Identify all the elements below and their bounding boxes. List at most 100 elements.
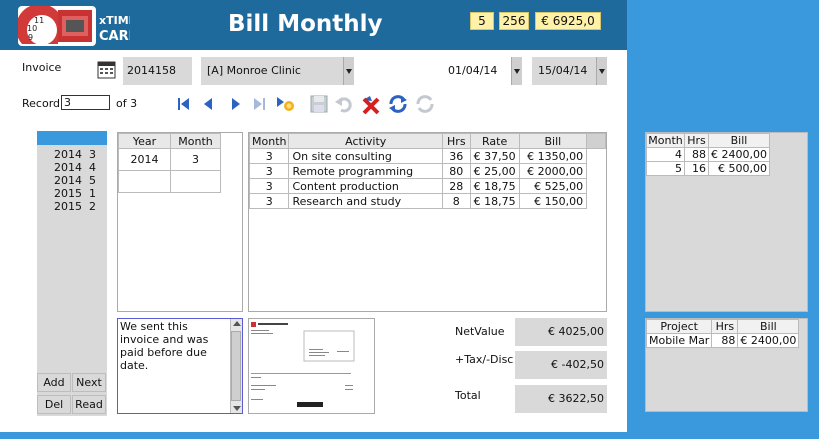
column-header[interactable]: Bill (708, 133, 770, 148)
table-cell[interactable]: 36 (442, 148, 471, 164)
list-item[interactable]: 2015 2 (37, 200, 107, 213)
table-cell[interactable]: 88 (684, 147, 709, 162)
total-field: € 3622,50 (515, 385, 607, 413)
table-row[interactable]: 4 88 € 2400,00 (646, 147, 770, 162)
table-cell[interactable]: 3 (248, 163, 290, 179)
year-cell[interactable]: 2014 (118, 148, 171, 171)
table-cell[interactable]: 4 (646, 147, 685, 162)
table-cell[interactable]: € 37,50 (469, 148, 520, 164)
undo-icon[interactable] (333, 93, 355, 115)
note-text[interactable]: We sent this invoice and was paid before… (120, 320, 228, 372)
record-of-text: of 3 (116, 97, 138, 110)
record-input[interactable]: 3 (61, 95, 110, 110)
table-cell[interactable]: 80 (442, 163, 471, 179)
table-cell[interactable]: € 1350,00 (518, 148, 588, 164)
table-cell[interactable]: € 2000,00 (518, 163, 588, 179)
read-button[interactable]: Read (72, 395, 106, 414)
table-cell[interactable]: Content production (288, 178, 443, 194)
amount-box: € 6925,0 (535, 12, 601, 30)
column-header[interactable]: Activity (288, 133, 443, 149)
table-cell[interactable]: € 2400,00 (737, 333, 800, 348)
table-row[interactable]: 3 Content production 28 € 18,75 € 525,00 (248, 178, 606, 194)
table-cell[interactable]: € 25,00 (469, 163, 520, 179)
record-label: Record (22, 97, 61, 110)
new-record-icon[interactable] (274, 93, 296, 115)
next-button[interactable]: Next (72, 373, 106, 392)
table-row[interactable] (118, 170, 221, 193)
scroll-down-icon[interactable] (233, 406, 241, 411)
date-from-select[interactable]: 01/04/14 (447, 57, 522, 85)
table-cell[interactable]: 88 (711, 333, 739, 348)
date-to-select[interactable]: 15/04/14 (532, 57, 607, 85)
list-item[interactable]: 2014 3 (37, 148, 107, 161)
column-header[interactable]: Bill (518, 133, 588, 149)
column-header[interactable]: Year (118, 133, 171, 149)
chevron-down-icon (343, 57, 354, 85)
column-header[interactable]: Rate (469, 133, 520, 149)
table-row[interactable]: 3 On site consulting 36 € 37,50 € 1350,0… (248, 148, 606, 164)
activities-grid[interactable]: Month Activity Hrs Rate Bill 3 On site c… (248, 132, 607, 312)
table-cell[interactable]: 8 (442, 193, 471, 209)
column-header[interactable]: Bill (737, 319, 800, 334)
table-cell[interactable]: € 500,00 (708, 161, 770, 176)
table-row[interactable]: 2014 3 (118, 148, 221, 171)
project-summary-panel[interactable]: Project Hrs Bill Mobile Mar 88 € 2400,00 (645, 318, 808, 412)
table-cell[interactable]: € 525,00 (518, 178, 588, 194)
table-cell[interactable]: € 2400,00 (708, 147, 770, 162)
table-row[interactable]: 5 16 € 500,00 (646, 161, 770, 176)
table-row[interactable]: 3 Remote programming 80 € 25,00 € 2000,0… (248, 163, 606, 179)
column-header[interactable]: Month (170, 133, 221, 149)
next-record-icon[interactable] (224, 93, 246, 115)
delete-icon[interactable] (360, 93, 382, 115)
column-header[interactable]: Month (646, 133, 685, 148)
note-scrollbar[interactable] (230, 319, 242, 413)
table-cell[interactable]: 3 (248, 193, 290, 209)
scroll-up-icon[interactable] (233, 321, 241, 326)
column-header[interactable]: Hrs (684, 133, 709, 148)
table-cell[interactable]: 3 (248, 148, 290, 164)
first-record-icon[interactable] (173, 93, 195, 115)
year-month-grid[interactable]: Year Month 2014 3 (117, 132, 243, 312)
chevron-down-icon (596, 57, 607, 85)
scroll-thumb[interactable] (231, 331, 241, 401)
last-record-icon[interactable] (249, 93, 271, 115)
table-cell[interactable]: € 18,75 (469, 178, 520, 194)
refresh-icon[interactable] (387, 93, 409, 115)
table-cell[interactable]: Mobile Mar (645, 333, 713, 348)
table-cell[interactable]: € 150,00 (518, 193, 588, 209)
tax-field: € -402,50 (515, 351, 607, 379)
table-row[interactable]: Mobile Mar 88 € 2400,00 (645, 333, 800, 348)
column-header[interactable]: Project (645, 319, 713, 334)
client-select[interactable]: [A] Monroe Clinic (201, 57, 354, 85)
table-cell[interactable]: 3 (248, 178, 290, 194)
monthly-summary-panel[interactable]: Month Hrs Bill 4 88 € 2400,00 5 16 € 500… (645, 132, 808, 312)
prev-record-icon[interactable] (198, 93, 220, 115)
list-item[interactable]: 2014 5 (37, 174, 107, 187)
print-icon[interactable] (414, 93, 436, 115)
empty-cell[interactable] (170, 170, 221, 193)
column-header[interactable]: Hrs (711, 319, 739, 334)
invoice-preview-thumbnail[interactable] (248, 318, 375, 414)
save-icon[interactable] (308, 93, 330, 115)
list-item[interactable]: 2014 4 (37, 161, 107, 174)
header-bar: 11 10 9 xTIME CARD Bill Monthly 5 256 € … (0, 0, 627, 50)
empty-cell[interactable] (118, 170, 171, 193)
table-cell[interactable]: 5 (646, 161, 685, 176)
table-row[interactable]: 3 Research and study 8 € 18,75 € 150,00 (248, 193, 606, 209)
page-title: Bill Monthly (228, 11, 383, 37)
table-cell[interactable]: On site consulting (288, 148, 443, 164)
table-cell[interactable]: 16 (684, 161, 709, 176)
column-header[interactable]: Month (248, 133, 290, 149)
note-textarea[interactable]: We sent this invoice and was paid before… (117, 318, 243, 414)
add-button[interactable]: Add (37, 373, 71, 392)
table-cell[interactable]: € 18,75 (469, 193, 520, 209)
list-item[interactable]: 2015 1 (37, 187, 107, 200)
month-cell[interactable]: 3 (170, 148, 221, 171)
table-cell[interactable]: Research and study (288, 193, 443, 209)
calendar-icon[interactable] (97, 61, 116, 79)
table-cell[interactable]: 28 (442, 178, 471, 194)
column-header[interactable]: Hrs (442, 133, 471, 149)
table-cell[interactable]: Remote programming (288, 163, 443, 179)
delete-button[interactable]: Del (37, 395, 71, 414)
invoice-number-field[interactable]: 2014158 (123, 57, 192, 85)
